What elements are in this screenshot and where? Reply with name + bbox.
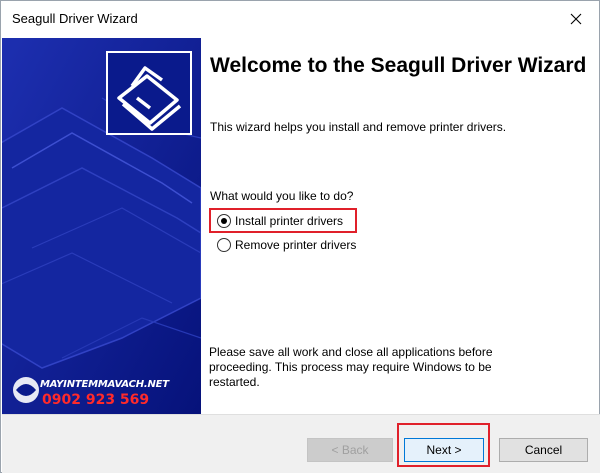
title-bar: Seagull Driver Wizard xyxy=(1,1,599,37)
install-drivers-option[interactable]: Install printer drivers xyxy=(217,210,343,232)
button-bar: < Back Next > Cancel xyxy=(2,414,600,473)
remove-drivers-radio[interactable] xyxy=(217,238,231,252)
close-icon xyxy=(570,13,582,25)
wizard-content: Welcome to the Seagull Driver Wizard Thi… xyxy=(201,38,599,414)
watermark-phone: 0902 923 569 xyxy=(42,392,150,408)
wizard-side-banner: MAYINTEMMAVACH.NET 0902 923 569 xyxy=(2,38,201,414)
back-button[interactable]: < Back xyxy=(307,438,393,462)
remove-drivers-option[interactable]: Remove printer drivers xyxy=(217,234,356,256)
action-question: What would you like to do? xyxy=(210,189,354,203)
restart-notice: Please save all work and close all appli… xyxy=(209,345,493,389)
install-drivers-label: Install printer drivers xyxy=(235,214,344,228)
watermark-site: MAYINTEMMAVACH.NET xyxy=(40,379,169,390)
window-title: Seagull Driver Wizard xyxy=(12,11,138,26)
intro-text: This wizard helps you install and remove… xyxy=(210,120,507,134)
remove-drivers-label: Remove printer drivers xyxy=(235,238,357,252)
cancel-button[interactable]: Cancel xyxy=(499,438,588,462)
install-drivers-radio[interactable] xyxy=(217,214,231,228)
close-button[interactable] xyxy=(553,1,599,37)
wizard-window: Seagull Driver Wizard MAYINTEMMAVACH.NET… xyxy=(0,0,600,473)
printer-illustration xyxy=(2,38,201,414)
page-title: Welcome to the Seagull Driver Wizard xyxy=(210,54,587,77)
next-button[interactable]: Next > xyxy=(404,438,484,462)
